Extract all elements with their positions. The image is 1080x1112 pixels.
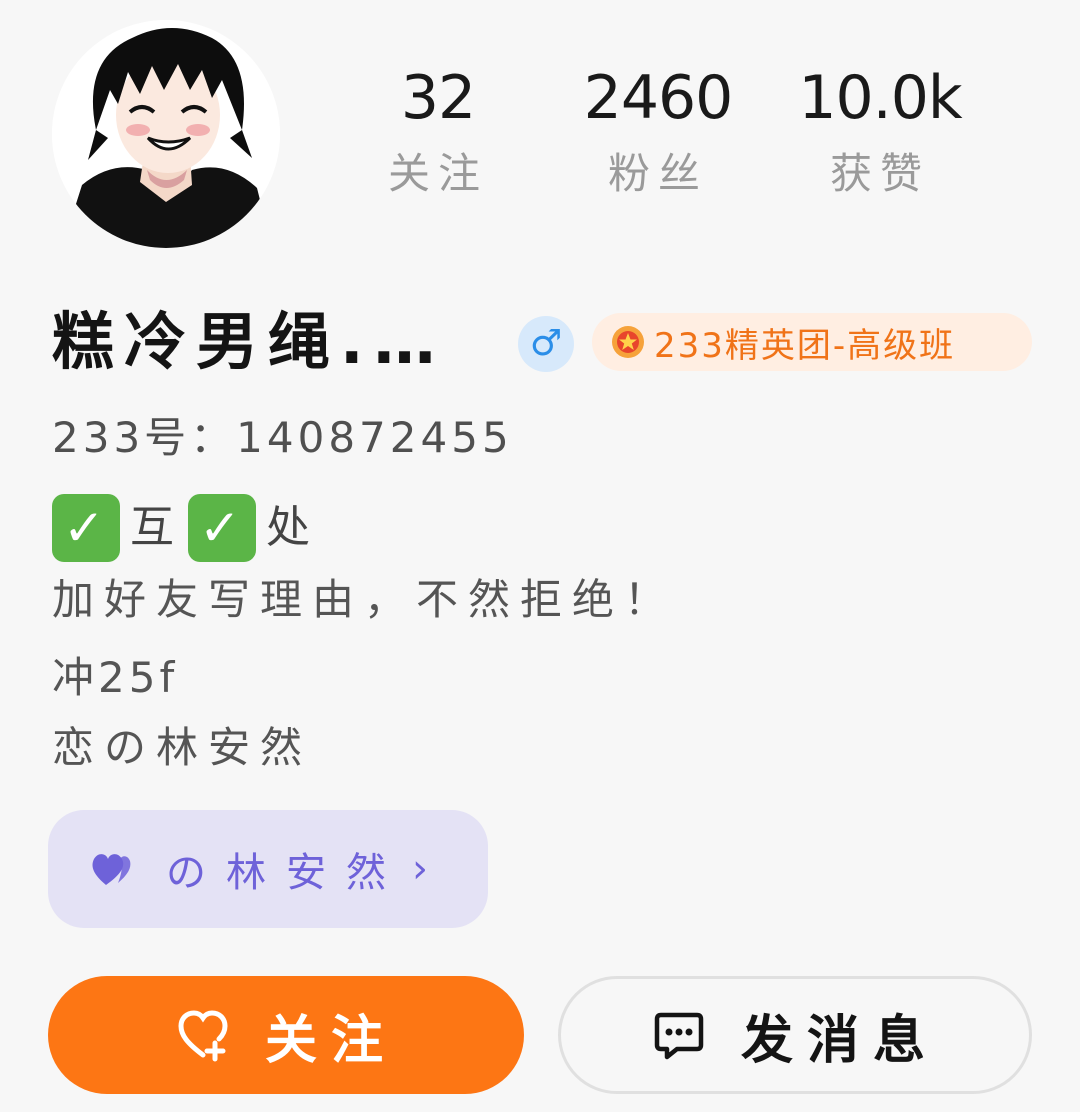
check-mark-icon: ✓ xyxy=(188,494,256,562)
stat-fans[interactable]: 2460 粉丝 xyxy=(548,62,768,204)
double-heart-icon xyxy=(90,849,138,889)
bio-text-b: 处 xyxy=(266,502,314,553)
avatar-image xyxy=(52,20,280,248)
chat-bubble-icon xyxy=(651,1007,707,1063)
following-count: 32 xyxy=(400,63,476,133)
chevron-right-icon: › xyxy=(412,846,428,892)
message-button[interactable]: 发消息 xyxy=(558,976,1032,1094)
profile-page: 32 关注 2460 粉丝 10.0k 获赞 糕冷男绳.… ♂ 233精英团-高… xyxy=(0,0,1080,1112)
likes-count: 10.0k xyxy=(798,63,962,133)
following-label: 关注 xyxy=(387,149,488,198)
relation-card[interactable]: の林安然 › xyxy=(48,810,488,928)
check-mark-icon: ✓ xyxy=(52,494,120,562)
bio-text-a: 互 xyxy=(130,502,178,553)
likes-label: 获赞 xyxy=(829,149,930,198)
username: 糕冷男绳.… xyxy=(52,305,446,378)
fans-count: 2460 xyxy=(583,63,734,133)
follow-button[interactable]: 关注 xyxy=(48,976,524,1094)
relation-label: の林安然 xyxy=(166,850,406,896)
bio-line-3: 冲25f xyxy=(52,653,179,702)
message-label: 发消息 xyxy=(740,1010,939,1071)
fans-label: 粉丝 xyxy=(607,149,708,198)
medal-icon xyxy=(610,324,646,360)
stat-likes[interactable]: 10.0k 获赞 xyxy=(770,62,990,204)
heart-plus-icon xyxy=(175,1007,231,1063)
bio-line-2: 加好友写理由，不然拒绝！ xyxy=(52,575,677,624)
stat-following[interactable]: 32 关注 xyxy=(328,62,548,204)
bio-line-4: 恋の林安然 xyxy=(52,723,313,772)
membership-badge[interactable]: 233精英团-高级班 xyxy=(592,313,1032,371)
follow-label: 关注 xyxy=(264,1010,397,1071)
user-id: 233号：140872455 xyxy=(52,413,513,462)
badge-label: 233精英团-高级班 xyxy=(654,325,956,366)
bio-line-1: ✓ 互 ✓ 处 xyxy=(52,494,324,562)
male-gender-icon: ♂ xyxy=(518,316,574,372)
avatar[interactable] xyxy=(52,20,280,248)
